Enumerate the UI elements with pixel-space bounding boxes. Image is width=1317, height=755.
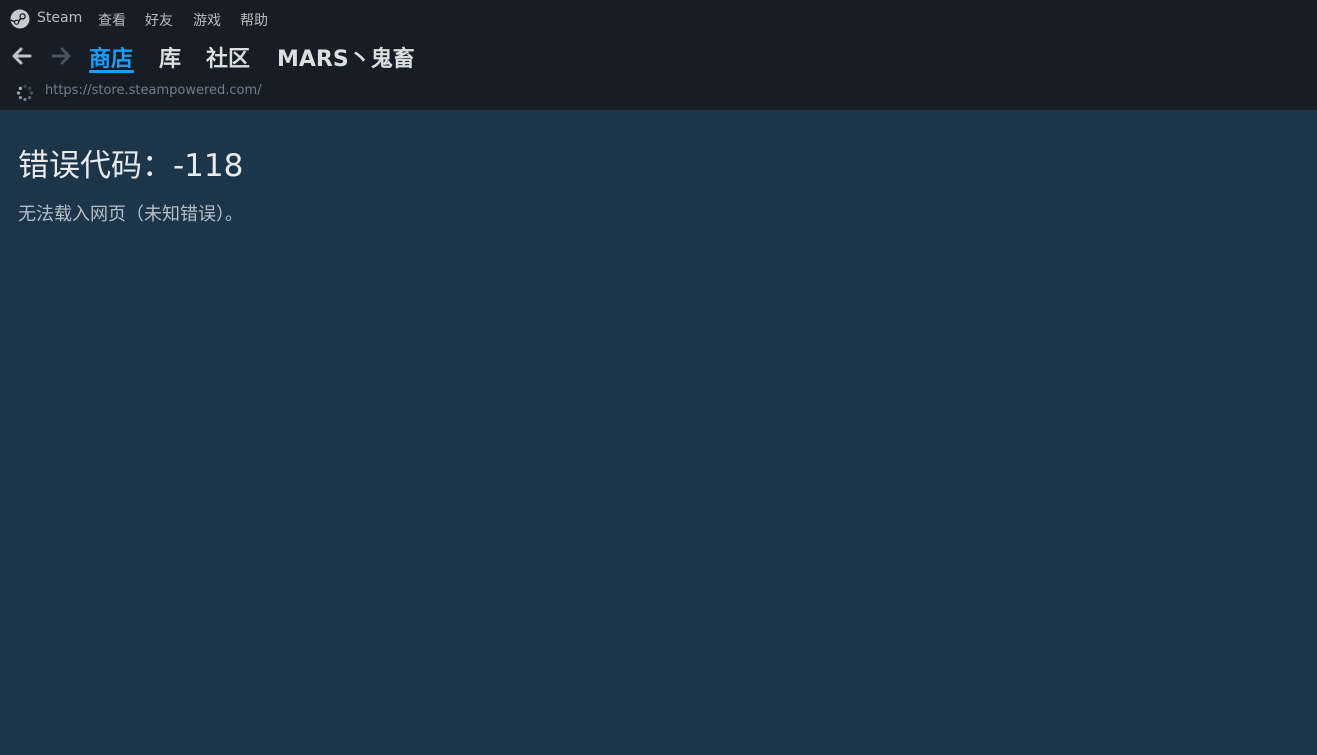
page-content: 错误代码：-118 无法载入网页（未知错误）。 (0, 110, 1317, 755)
menu-steam[interactable]: Steam (37, 10, 82, 26)
menu-games[interactable]: 游戏 (193, 10, 221, 30)
navigation-bar: 商店 库 社区 MARS丶鬼畜 (0, 36, 1317, 76)
menu-friends[interactable]: 好友 (145, 10, 173, 30)
tab-store[interactable]: 商店 (89, 41, 133, 73)
active-tab-indicator (89, 70, 134, 73)
tab-profile[interactable]: MARS丶鬼畜 (277, 41, 415, 73)
error-message: 无法载入网页（未知错误）。 (18, 204, 243, 225)
menu-help[interactable]: 帮助 (240, 10, 268, 30)
top-chrome: Steam 查看 好友 游戏 帮助 商店 库 社区 MARS丶鬼畜 https:… (0, 0, 1317, 110)
tab-library[interactable]: 库 (159, 41, 181, 73)
error-title: 错误代码：-118 (18, 148, 244, 184)
arrow-right-icon[interactable] (49, 44, 73, 68)
steam-logo-icon[interactable] (10, 9, 30, 29)
arrow-left-icon[interactable] (10, 44, 34, 68)
menu-view[interactable]: 查看 (98, 10, 126, 30)
spinner-icon (16, 84, 34, 102)
url-text[interactable]: https://store.steampowered.com/ (45, 83, 262, 98)
tab-community[interactable]: 社区 (206, 41, 250, 73)
url-bar: https://store.steampowered.com/ (0, 80, 1317, 104)
steam-client-window: Steam 查看 好友 游戏 帮助 商店 库 社区 MARS丶鬼畜 https:… (0, 0, 1317, 755)
